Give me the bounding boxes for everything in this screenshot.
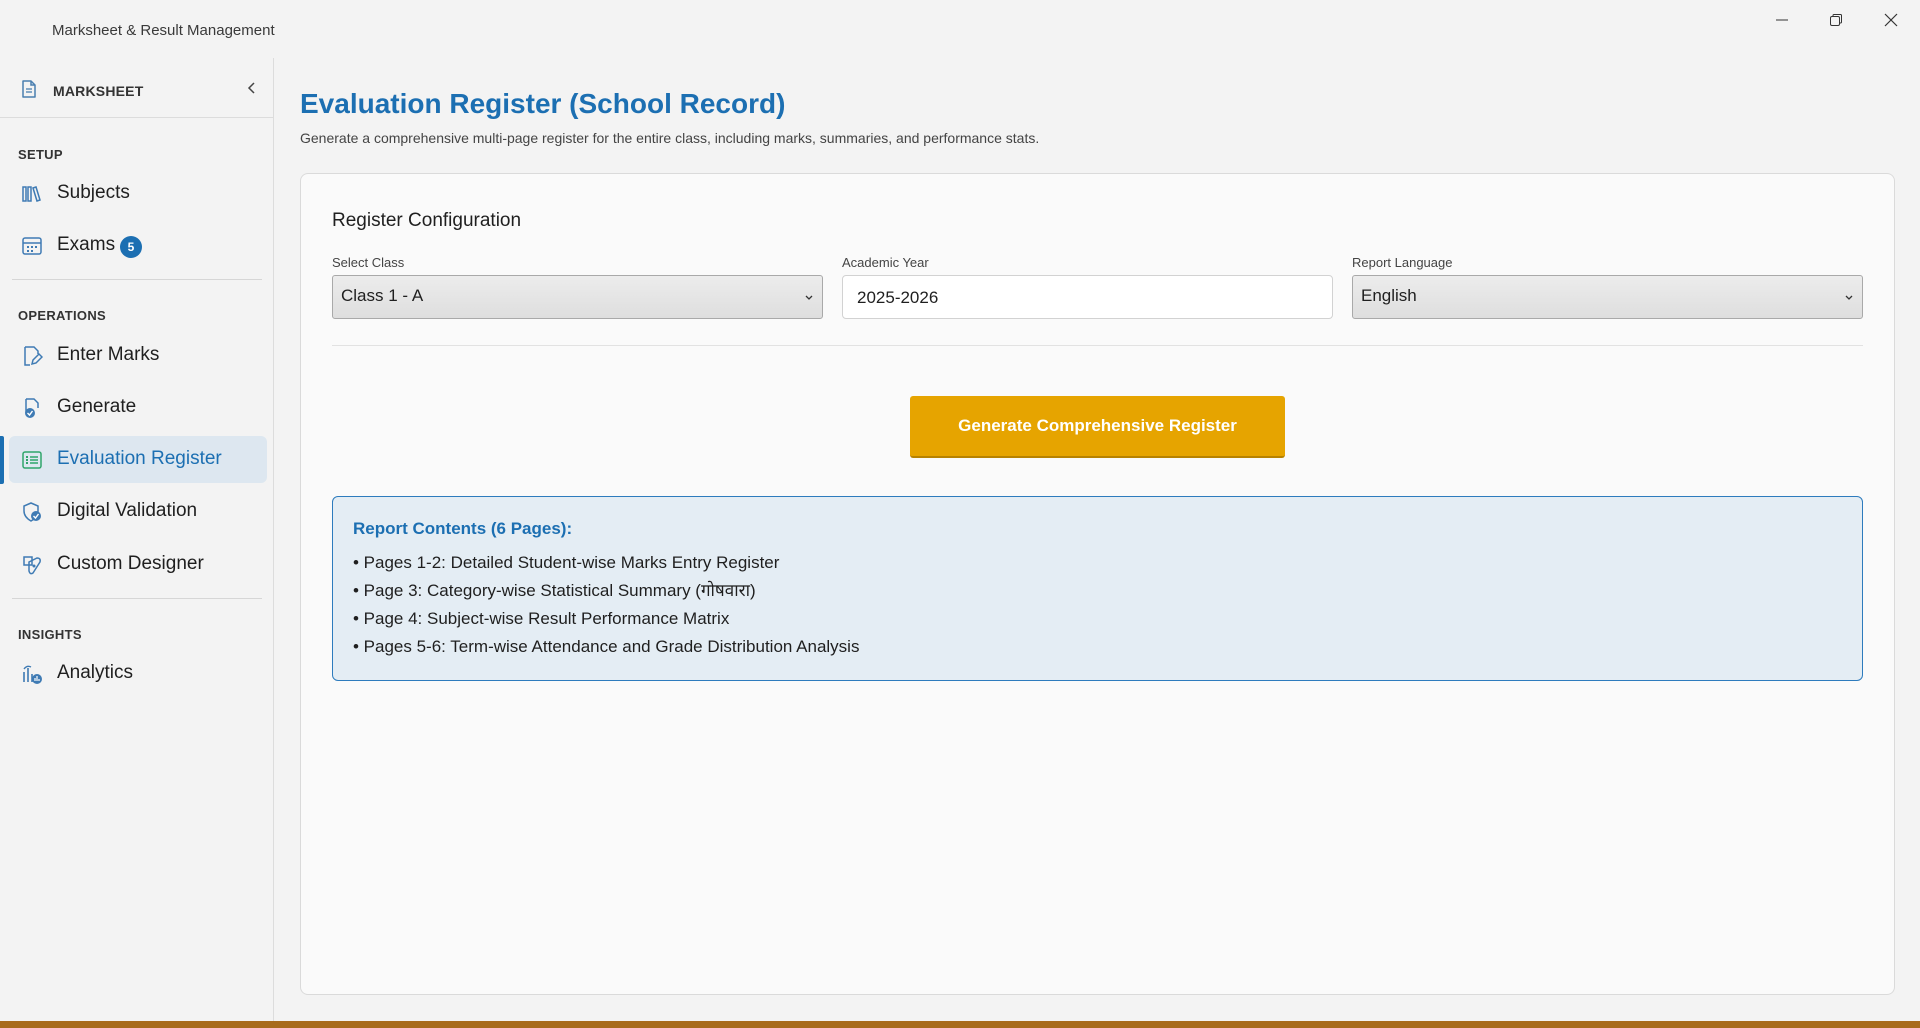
sidebar-item-digital-validation[interactable]: Digital Validation	[9, 488, 267, 535]
class-label: Select Class	[332, 255, 405, 270]
close-button[interactable]	[1864, 0, 1918, 40]
section-setup: SETUP	[18, 147, 63, 162]
active-indicator	[0, 436, 4, 484]
taskbar-strip	[0, 1021, 1920, 1028]
class-select-value: Class 1 - A	[341, 286, 424, 305]
register-config-card: Register Configuration Select Class Clas…	[300, 173, 1895, 995]
books-icon	[22, 186, 41, 202]
exams-count-badge: 5	[120, 236, 142, 258]
page-title: Evaluation Register (School Record)	[300, 88, 786, 119]
sidebar-item-label: Analytics	[57, 662, 134, 683]
close-icon	[1884, 13, 1898, 27]
report-contents-box: Report Contents (6 Pages): • Pages 1-2: …	[332, 496, 1863, 681]
shield-check-icon	[23, 502, 41, 522]
chevron-left-icon[interactable]	[244, 80, 260, 96]
chevron-down-icon	[805, 295, 813, 300]
sidebar-item-custom-designer[interactable]: Custom Designer	[9, 541, 267, 588]
list-item: • Page 4: Subject-wise Result Performanc…	[353, 609, 730, 628]
language-label: Report Language	[1352, 255, 1453, 270]
page-subtitle: Generate a comprehensive multi-page regi…	[300, 130, 1040, 146]
card-title: Register Configuration	[332, 210, 522, 231]
report-contents-list: • Pages 1-2: Detailed Student-wise Marks…	[353, 553, 859, 665]
analytics-icon	[23, 665, 42, 684]
document-check-icon	[25, 398, 39, 418]
sidebar-item-label: Exams	[57, 234, 116, 255]
class-select[interactable]: Class 1 - A	[332, 275, 823, 319]
sidebar-item-generate[interactable]: Generate	[9, 384, 267, 431]
language-select-value: English	[1361, 286, 1417, 305]
report-contents-title: Report Contents (6 Pages):	[353, 519, 573, 538]
sidebar: MARKSHEET SETUP Subjects Exams 5 OPERATI…	[0, 58, 274, 1024]
sidebar-item-label: Custom Designer	[57, 553, 204, 574]
sidebar-brand: MARKSHEET	[53, 83, 144, 99]
sidebar-item-label: Digital Validation	[57, 500, 198, 521]
list-item: • Page 3: Category-wise Statistical Summ…	[353, 581, 756, 600]
year-label: Academic Year	[842, 255, 929, 270]
restore-icon	[1830, 14, 1842, 26]
sidebar-item-analytics[interactable]: Analytics	[9, 650, 267, 697]
sidebar-divider	[12, 279, 262, 280]
list-item: • Pages 5-6: Term-wise Attendance and Gr…	[353, 637, 860, 656]
sidebar-item-exams[interactable]: Exams 5	[9, 222, 267, 269]
calendar-icon	[22, 237, 42, 255]
sidebar-item-label: Subjects	[57, 182, 130, 203]
section-insights: INSIGHTS	[18, 627, 82, 642]
sidebar-item-label: Generate	[57, 396, 137, 417]
card-divider	[332, 345, 1863, 346]
chevron-down-icon	[1845, 295, 1853, 300]
minimize-button[interactable]	[1755, 0, 1809, 40]
sidebar-item-label: Enter Marks	[57, 344, 160, 365]
sidebar-item-enter-marks[interactable]: Enter Marks	[9, 332, 267, 379]
generate-register-button[interactable]: Generate Comprehensive Register	[910, 396, 1285, 458]
restore-button[interactable]	[1809, 0, 1863, 40]
sidebar-item-evaluation-register[interactable]: Evaluation Register	[9, 436, 267, 483]
app-title: Marksheet & Result Management	[52, 22, 275, 39]
edit-document-icon	[24, 346, 43, 366]
list-item: • Pages 1-2: Detailed Student-wise Marks…	[353, 553, 780, 572]
list-icon	[22, 451, 42, 469]
document-icon	[22, 80, 36, 98]
sidebar-item-subjects[interactable]: Subjects	[9, 170, 267, 217]
sidebar-divider	[12, 598, 262, 599]
academic-year-input[interactable]: 2025-2026	[842, 275, 1333, 319]
sidebar-header: MARKSHEET	[0, 58, 273, 118]
minimize-icon	[1776, 19, 1788, 21]
section-operations: OPERATIONS	[18, 308, 106, 323]
academic-year-value: 2025-2026	[857, 288, 939, 307]
sidebar-item-label: Evaluation Register	[57, 448, 222, 469]
design-icon	[23, 556, 41, 575]
title-bar: Marksheet & Result Management	[0, 0, 1920, 58]
language-select[interactable]: English	[1352, 275, 1863, 319]
